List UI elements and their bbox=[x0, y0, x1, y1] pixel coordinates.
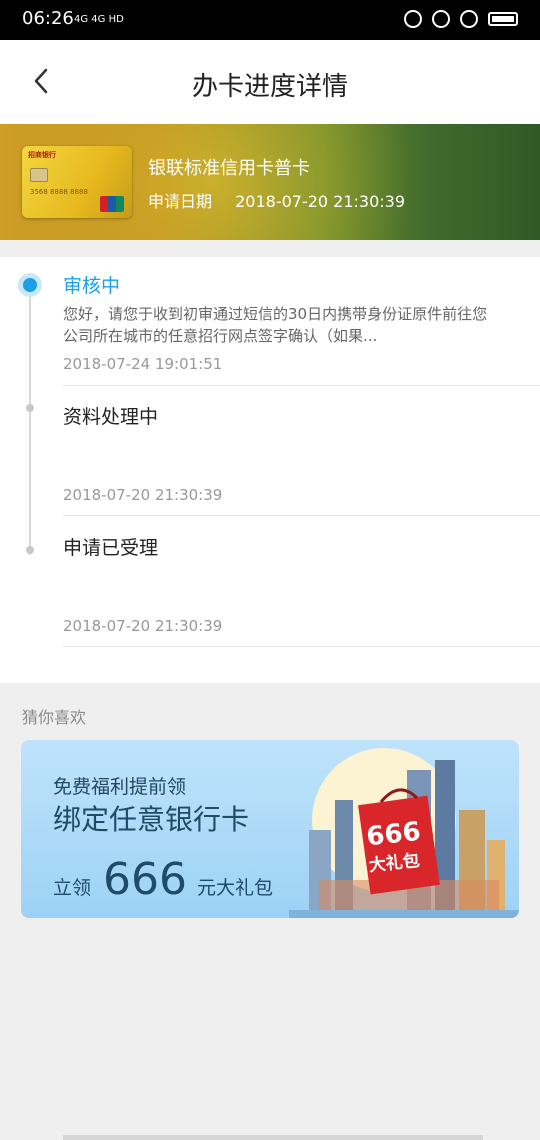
promo-number: 666 bbox=[103, 854, 187, 905]
step-time-processing: 2018-07-20 21:30:39 bbox=[63, 486, 223, 504]
application-date-label: 申请日期 bbox=[148, 192, 213, 211]
chip-icon bbox=[30, 168, 48, 182]
divider bbox=[63, 515, 540, 516]
gift-bag-icon: 666 大礼包 bbox=[358, 788, 440, 895]
step-title-processing: 资料处理中 bbox=[63, 406, 159, 428]
gift-bag-number: 666 bbox=[365, 817, 422, 853]
unionpay-logo-icon bbox=[100, 196, 124, 212]
status-bar: 06:26 4G 4G HD bbox=[0, 0, 540, 40]
card-bank-name: 招商银行 bbox=[28, 151, 56, 159]
step-time-accepted: 2018-07-20 21:30:39 bbox=[63, 617, 223, 635]
timeline-line bbox=[29, 285, 31, 555]
alarm-icon bbox=[460, 10, 478, 28]
status-icons bbox=[404, 10, 518, 28]
step-title-accepted: 申请已受理 bbox=[63, 537, 159, 559]
bottom-indicator bbox=[63, 1135, 483, 1140]
page-title: 办卡进度详情 bbox=[191, 72, 348, 102]
active-step-dot-icon bbox=[18, 273, 42, 297]
nav-bar: 办卡进度详情 bbox=[0, 40, 540, 124]
card-number: 3568 8888 8888 bbox=[30, 188, 88, 196]
promo-title: 绑定任意银行卡 bbox=[53, 803, 250, 836]
promo-prefix: 立领 bbox=[53, 877, 92, 899]
battery-icon bbox=[488, 12, 518, 26]
step-description: 您好，请您于收到初审通过短信的30日内携带身份证原件前往您公司所在城市的任意招行… bbox=[63, 305, 488, 345]
city-gift-illustration: 666 大礼包 bbox=[289, 748, 519, 918]
promo-banner[interactable]: 免费福利提前领 绑定任意银行卡 立领 666 元大礼包 666 大礼包 bbox=[21, 740, 519, 918]
promo-subtitle: 免费福利提前领 bbox=[53, 776, 187, 798]
lock-icon bbox=[432, 10, 450, 28]
card-image: 招商银行 3568 8888 8888 bbox=[22, 146, 132, 218]
step-time-reviewing: 2018-07-24 19:01:51 bbox=[63, 355, 223, 373]
section-title-recommend: 猜你喜欢 bbox=[22, 708, 87, 727]
promo-suffix: 元大礼包 bbox=[197, 877, 274, 899]
card-banner: 招商银行 3568 8888 8888 银联标准信用卡普卡 申请日期 2018-… bbox=[0, 124, 540, 240]
promo-offer: 立领 666 元大礼包 bbox=[53, 854, 273, 905]
step-dot-icon bbox=[26, 546, 34, 554]
progress-timeline: 审核中 您好，请您于收到初审通过短信的30日内携带身份证原件前往您公司所在城市的… bbox=[0, 257, 540, 683]
card-product-name: 银联标准信用卡普卡 bbox=[148, 158, 310, 179]
shield-icon bbox=[404, 10, 422, 28]
status-time: 06:26 bbox=[22, 8, 74, 29]
network-indicator: 4G 4G HD bbox=[74, 14, 124, 25]
divider bbox=[63, 385, 540, 386]
application-date-value: 2018-07-20 21:30:39 bbox=[235, 192, 406, 211]
step-title-reviewing: 审核中 bbox=[63, 275, 121, 297]
application-date: 申请日期 2018-07-20 21:30:39 bbox=[148, 188, 405, 212]
step-dot-icon bbox=[26, 404, 34, 412]
divider bbox=[63, 646, 540, 647]
